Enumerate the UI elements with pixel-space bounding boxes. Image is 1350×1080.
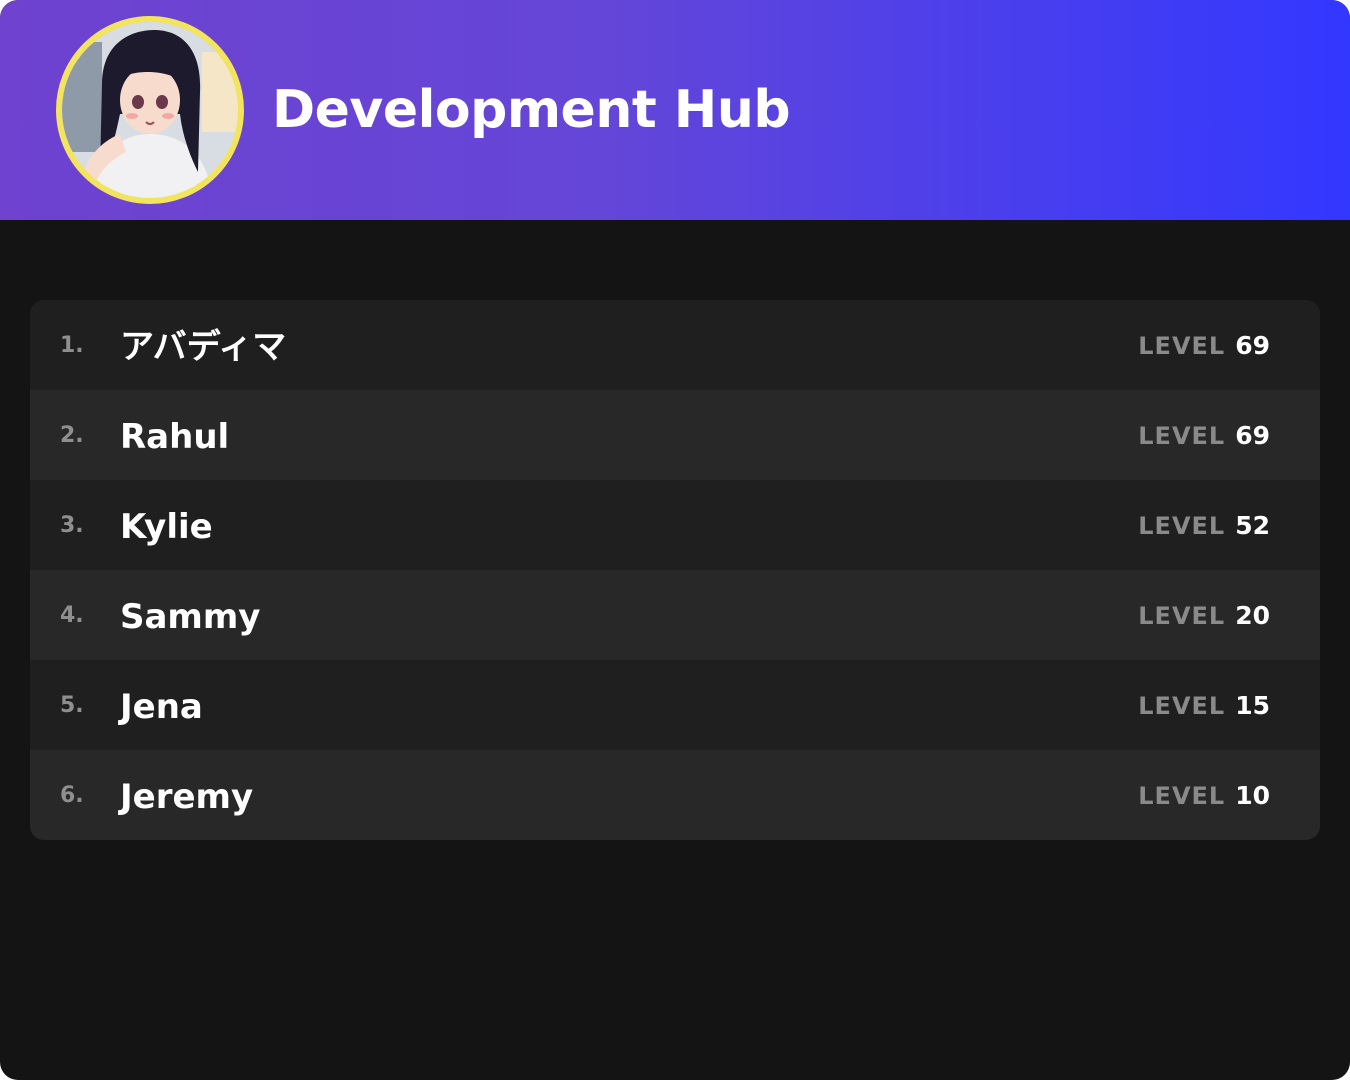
level-value: 69 bbox=[1235, 331, 1270, 360]
member-name: Jena bbox=[120, 687, 203, 727]
leaderboard-row: 3. Kylie LEVEL 52 bbox=[30, 480, 1320, 570]
level-display: LEVEL 20 bbox=[1138, 570, 1270, 660]
leaderboard-row: 6. Jeremy LEVEL 10 bbox=[30, 750, 1320, 840]
anime-girl-avatar-icon bbox=[62, 22, 238, 198]
rank-number: 2. bbox=[60, 423, 84, 448]
level-value: 15 bbox=[1235, 691, 1270, 720]
rank-number: 3. bbox=[60, 513, 84, 538]
member-name: Jeremy bbox=[120, 777, 254, 817]
leaderboard-row: 1. アバディマ LEVEL 69 bbox=[30, 300, 1320, 390]
level-value: 69 bbox=[1235, 421, 1270, 450]
header-banner: Development Hub bbox=[0, 0, 1350, 220]
level-label: LEVEL bbox=[1138, 692, 1226, 720]
level-value: 52 bbox=[1235, 511, 1270, 540]
member-name: Sammy bbox=[120, 597, 261, 637]
level-value: 20 bbox=[1235, 601, 1270, 630]
level-label: LEVEL bbox=[1138, 512, 1226, 540]
rank-number: 6. bbox=[60, 783, 84, 808]
leaderboard-row: 2. Rahul LEVEL 69 bbox=[30, 390, 1320, 480]
leaderboard-row: 5. Jena LEVEL 15 bbox=[30, 660, 1320, 750]
level-label: LEVEL bbox=[1138, 602, 1226, 630]
level-value: 10 bbox=[1235, 781, 1270, 810]
member-name: アバディマ bbox=[120, 327, 287, 367]
rank-number: 1. bbox=[60, 333, 84, 358]
member-name: Kylie bbox=[120, 507, 213, 547]
level-display: LEVEL 69 bbox=[1138, 390, 1270, 480]
leaderboard-list: 1. アバディマ LEVEL 69 2. Rahul LEVEL 69 3. Kyl… bbox=[30, 300, 1320, 840]
server-avatar bbox=[56, 16, 244, 204]
rank-number: 4. bbox=[60, 603, 84, 628]
level-label: LEVEL bbox=[1138, 422, 1226, 450]
page-title: Development Hub bbox=[272, 80, 791, 140]
level-display: LEVEL 69 bbox=[1138, 300, 1270, 390]
leaderboard-card: Development Hub 1. アバディマ LEVEL 69 2. Rahu… bbox=[0, 0, 1350, 1080]
rank-number: 5. bbox=[60, 693, 84, 718]
leaderboard-row: 4. Sammy LEVEL 20 bbox=[30, 570, 1320, 660]
level-display: LEVEL 52 bbox=[1138, 480, 1270, 570]
level-label: LEVEL bbox=[1138, 332, 1226, 360]
level-display: LEVEL 15 bbox=[1138, 660, 1270, 750]
level-label: LEVEL bbox=[1138, 782, 1226, 810]
member-name: Rahul bbox=[120, 417, 230, 457]
level-display: LEVEL 10 bbox=[1138, 750, 1270, 840]
